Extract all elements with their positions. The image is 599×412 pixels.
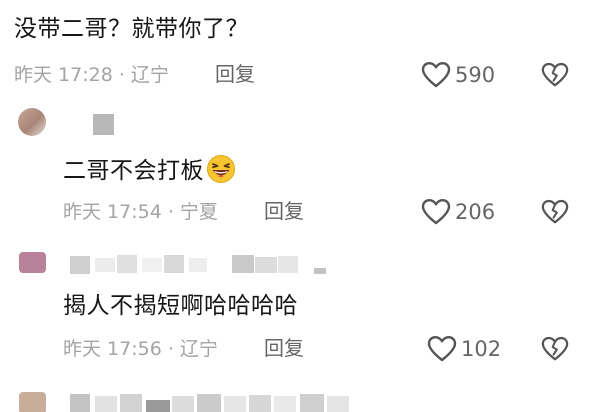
like-count: 206 <box>455 200 496 224</box>
avatar[interactable] <box>18 108 46 136</box>
heart-outline-icon <box>427 336 457 362</box>
avatar[interactable] <box>19 392 46 412</box>
heart-outline-icon <box>421 199 451 225</box>
comment-text: 没带二哥？就带你了？ <box>14 16 249 42</box>
broken-heart-icon[interactable] <box>541 335 569 363</box>
comment-text: 二哥不会打板 <box>63 154 236 186</box>
reply-button[interactable]: 回复 <box>215 62 255 86</box>
avatar[interactable] <box>19 252 46 273</box>
like-button[interactable]: 206 <box>421 198 495 226</box>
username-redacted <box>93 114 114 135</box>
reply-button[interactable]: 回复 <box>264 336 304 360</box>
heart-outline-icon <box>421 62 451 88</box>
like-button[interactable]: 590 <box>421 61 495 89</box>
comment-text: 揭人不揭短啊哈哈哈哈 <box>63 293 298 319</box>
comment-meta: 昨天 17:28 · 辽宁 <box>14 64 169 86</box>
comment-meta: 昨天 17:56 · 辽宁 <box>63 338 218 360</box>
reply-button[interactable]: 回复 <box>264 199 304 223</box>
broken-heart-icon[interactable] <box>541 198 569 226</box>
like-button[interactable]: 102 <box>427 335 501 363</box>
broken-heart-icon[interactable] <box>541 61 569 89</box>
comment-meta: 昨天 17:54 · 宁夏 <box>63 201 218 223</box>
laughing-emoji-icon <box>207 155 235 183</box>
comment-thread: 没带二哥？就带你了？ 昨天 17:28 · 辽宁 回复 590 二哥不会打板 昨… <box>0 0 599 412</box>
like-count: 590 <box>455 63 496 87</box>
like-count: 102 <box>461 337 502 361</box>
